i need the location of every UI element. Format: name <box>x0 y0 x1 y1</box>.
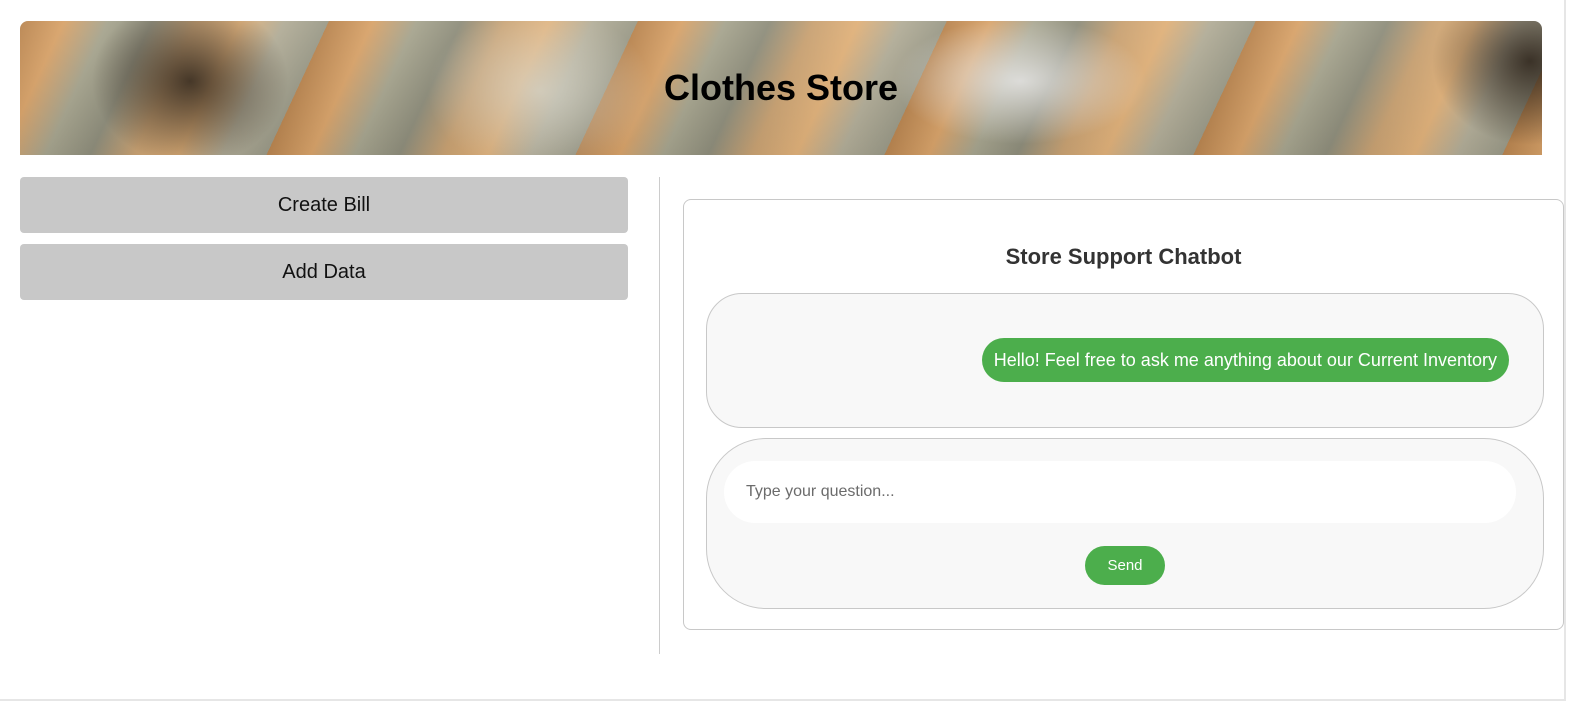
page-border-right <box>1564 0 1566 701</box>
chatbot-title: Store Support Chatbot <box>1005 244 1242 269</box>
header-banner: Clothes Store <box>20 21 1542 155</box>
create-bill-button[interactable]: Create Bill <box>20 177 628 233</box>
page-border-bottom <box>0 699 1566 701</box>
page: Clothes Store Create Bill Add Data Store… <box>0 0 1582 707</box>
send-button[interactable]: Send <box>1085 546 1165 585</box>
page-title: Clothes Store <box>663 67 899 108</box>
question-input[interactable] <box>724 461 1516 523</box>
bot-message: Hello! Feel free to ask me anything abou… <box>981 338 1509 382</box>
add-data-button[interactable]: Add Data <box>20 244 628 300</box>
chatbot-panel: Store Support Chatbot Hello! Feel free t… <box>683 199 1564 630</box>
sidebar: Create Bill Add Data <box>20 177 628 311</box>
vertical-divider <box>659 177 660 654</box>
chat-input-area: Send <box>706 438 1544 609</box>
chat-messages[interactable]: Hello! Feel free to ask me anything abou… <box>706 293 1544 428</box>
